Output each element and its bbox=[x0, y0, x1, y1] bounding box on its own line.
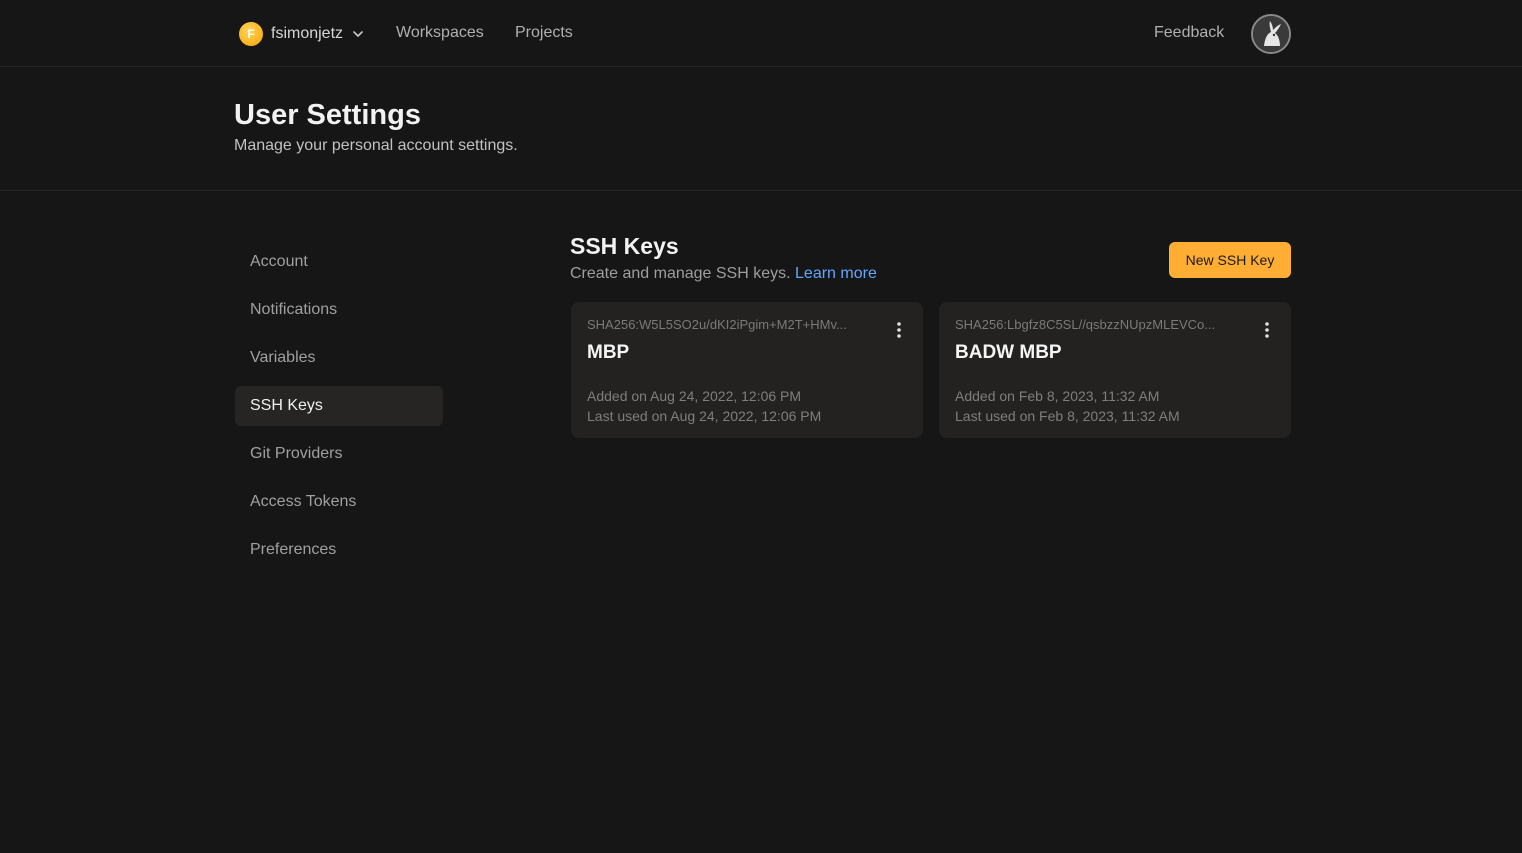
org-avatar: F bbox=[239, 22, 263, 46]
section-description-text: Create and manage SSH keys. bbox=[570, 265, 791, 282]
chevron-down-icon bbox=[353, 31, 363, 37]
key-last-used: Last used on Aug 24, 2022, 12:06 PM bbox=[587, 408, 822, 424]
key-fingerprint: SHA256:W5L5SO2u/dKI2iPgim+M2T+HMv... bbox=[587, 317, 847, 332]
sidebar-item-access-tokens[interactable]: Access Tokens bbox=[235, 482, 443, 522]
sidebar-item-notifications[interactable]: Notifications bbox=[235, 290, 443, 330]
section-description: Create and manage SSH keys. Learn more bbox=[570, 265, 877, 283]
key-fingerprint: SHA256:Lbgfz8C5SL//qsbzzNUpzMLEVCo... bbox=[955, 317, 1216, 332]
page-title: User Settings bbox=[234, 99, 421, 131]
section-title: SSH Keys bbox=[570, 233, 679, 259]
org-name: fsimonjetz bbox=[271, 25, 344, 42]
nav-workspaces[interactable]: Workspaces bbox=[396, 24, 484, 42]
more-options-icon[interactable] bbox=[893, 320, 905, 340]
user-avatar[interactable] bbox=[1251, 14, 1291, 54]
user-avatar-icon bbox=[1253, 16, 1289, 52]
sidebar-item-ssh-keys[interactable]: SSH Keys bbox=[235, 386, 443, 426]
page-header bbox=[0, 67, 1522, 191]
key-name: BADW MBP bbox=[955, 342, 1062, 363]
key-added-date: Added on Feb 8, 2023, 11:32 AM bbox=[955, 388, 1160, 404]
more-options-icon[interactable] bbox=[1261, 320, 1273, 340]
key-added-date: Added on Aug 24, 2022, 12:06 PM bbox=[587, 388, 802, 404]
ssh-key-card: SHA256:Lbgfz8C5SL//qsbzzNUpzMLEVCo... BA… bbox=[939, 302, 1291, 438]
sidebar-item-preferences[interactable]: Preferences bbox=[235, 530, 443, 570]
top-navbar: F fsimonjetz Workspaces Projects Feedbac… bbox=[0, 0, 1522, 67]
sidebar-item-account[interactable]: Account bbox=[235, 242, 443, 282]
sidebar-item-git-providers[interactable]: Git Providers bbox=[235, 434, 443, 474]
key-last-used: Last used on Feb 8, 2023, 11:32 AM bbox=[955, 408, 1180, 424]
sidebar-item-variables[interactable]: Variables bbox=[235, 338, 443, 378]
new-ssh-key-button[interactable]: New SSH Key bbox=[1169, 242, 1291, 278]
key-name: MBP bbox=[587, 342, 630, 363]
page-subtitle: Manage your personal account settings. bbox=[234, 137, 518, 154]
nav-projects[interactable]: Projects bbox=[515, 24, 573, 42]
learn-more-link[interactable]: Learn more bbox=[795, 265, 877, 282]
ssh-key-card: SHA256:W5L5SO2u/dKI2iPgim+M2T+HMv... MBP… bbox=[571, 302, 923, 438]
feedback-link[interactable]: Feedback bbox=[1154, 24, 1224, 42]
settings-sidebar: Account Notifications Variables SSH Keys… bbox=[235, 242, 443, 578]
org-switcher[interactable]: F fsimonjetz bbox=[239, 22, 364, 46]
